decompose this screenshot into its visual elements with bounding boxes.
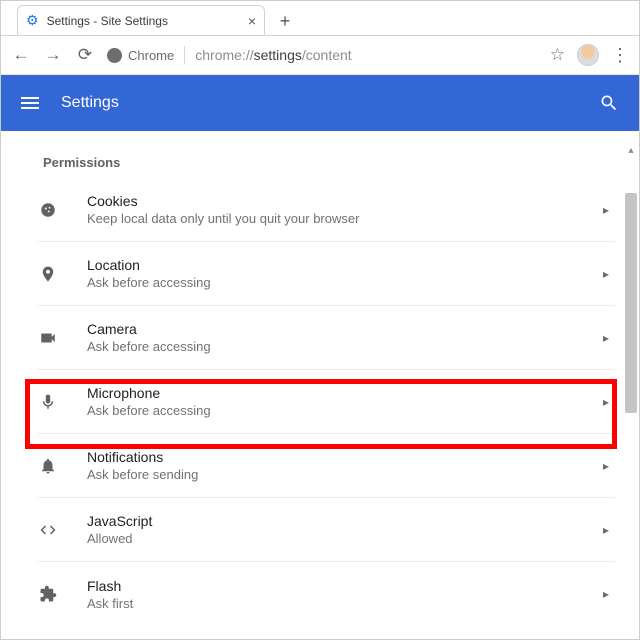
address-bar[interactable]: Chrome chrome://settings/content <box>107 46 538 64</box>
tab-close-icon[interactable]: × <box>248 13 256 29</box>
section-title-permissions: Permissions <box>43 155 615 170</box>
new-tab-button[interactable]: + <box>271 7 299 35</box>
permission-row-flash[interactable]: Flash Ask first ▸ <box>37 562 615 626</box>
permission-title: Microphone <box>87 385 211 401</box>
url-text: chrome://settings/content <box>195 47 351 63</box>
chevron-right-icon: ▸ <box>603 331 609 345</box>
camera-icon <box>39 329 63 347</box>
appbar-title: Settings <box>61 94 119 112</box>
chevron-right-icon: ▸ <box>603 523 609 537</box>
vertical-scrollbar[interactable]: ▴ <box>625 145 637 637</box>
code-icon <box>39 521 63 539</box>
nav-forward-button[interactable]: → <box>43 45 63 65</box>
scroll-up-arrow-icon[interactable]: ▴ <box>625 145 637 157</box>
settings-content-area: Permissions Cookies Keep local data only… <box>1 131 639 641</box>
permission-row-location[interactable]: Location Ask before accessing ▸ <box>37 242 615 306</box>
hamburger-menu-icon[interactable] <box>21 97 39 109</box>
location-pin-icon <box>39 265 63 283</box>
search-settings-button[interactable] <box>599 93 619 113</box>
puzzle-piece-icon <box>39 585 63 603</box>
bell-icon <box>39 457 63 475</box>
permission-title: Flash <box>87 578 133 594</box>
chevron-right-icon: ▸ <box>603 203 609 217</box>
permission-subtitle: Ask before accessing <box>87 275 211 290</box>
chevron-right-icon: ▸ <box>603 395 609 409</box>
permission-title: Camera <box>87 321 211 337</box>
permission-subtitle: Ask before accessing <box>87 339 211 354</box>
security-chip-label: Chrome <box>128 48 174 63</box>
cookie-icon <box>39 201 63 219</box>
security-chip: Chrome <box>107 48 174 63</box>
permission-subtitle: Ask before accessing <box>87 403 211 418</box>
overflow-menu-icon[interactable]: ⋮ <box>611 45 629 66</box>
browser-tabstrip: ⚙ Settings - Site Settings × + <box>1 1 639 35</box>
browser-tab-active[interactable]: ⚙ Settings - Site Settings × <box>17 5 265 35</box>
permission-row-microphone[interactable]: Microphone Ask before accessing ▸ <box>37 370 615 434</box>
settings-appbar: Settings <box>1 75 639 131</box>
scroll-thumb[interactable] <box>625 193 637 413</box>
browser-toolbar: ← → ⟳ Chrome chrome://settings/content ☆… <box>1 35 639 75</box>
tab-title: Settings - Site Settings <box>47 14 168 28</box>
search-icon <box>599 93 619 113</box>
permission-subtitle: Ask first <box>87 596 133 611</box>
permission-row-camera[interactable]: Camera Ask before accessing ▸ <box>37 306 615 370</box>
bookmark-star-icon[interactable]: ☆ <box>550 45 565 65</box>
permission-row-javascript[interactable]: JavaScript Allowed ▸ <box>37 498 615 562</box>
profile-avatar[interactable] <box>577 44 599 66</box>
chevron-right-icon: ▸ <box>603 459 609 473</box>
permission-row-notifications[interactable]: Notifications Ask before sending ▸ <box>37 434 615 498</box>
nav-reload-button[interactable]: ⟳ <box>75 45 95 65</box>
chevron-right-icon: ▸ <box>603 267 609 281</box>
microphone-icon <box>39 393 63 411</box>
permission-subtitle: Ask before sending <box>87 467 198 482</box>
chevron-right-icon: ▸ <box>603 587 609 601</box>
permission-title: JavaScript <box>87 513 152 529</box>
permission-title: Cookies <box>87 193 359 209</box>
permission-row-cookies[interactable]: Cookies Keep local data only until you q… <box>37 178 615 242</box>
gear-icon: ⚙ <box>26 12 39 29</box>
nav-back-button[interactable]: ← <box>11 45 31 65</box>
chrome-icon <box>107 48 122 63</box>
permission-subtitle: Keep local data only until you quit your… <box>87 211 359 226</box>
permission-title: Location <box>87 257 211 273</box>
permission-title: Notifications <box>87 449 198 465</box>
divider <box>184 46 185 64</box>
permission-subtitle: Allowed <box>87 531 152 546</box>
